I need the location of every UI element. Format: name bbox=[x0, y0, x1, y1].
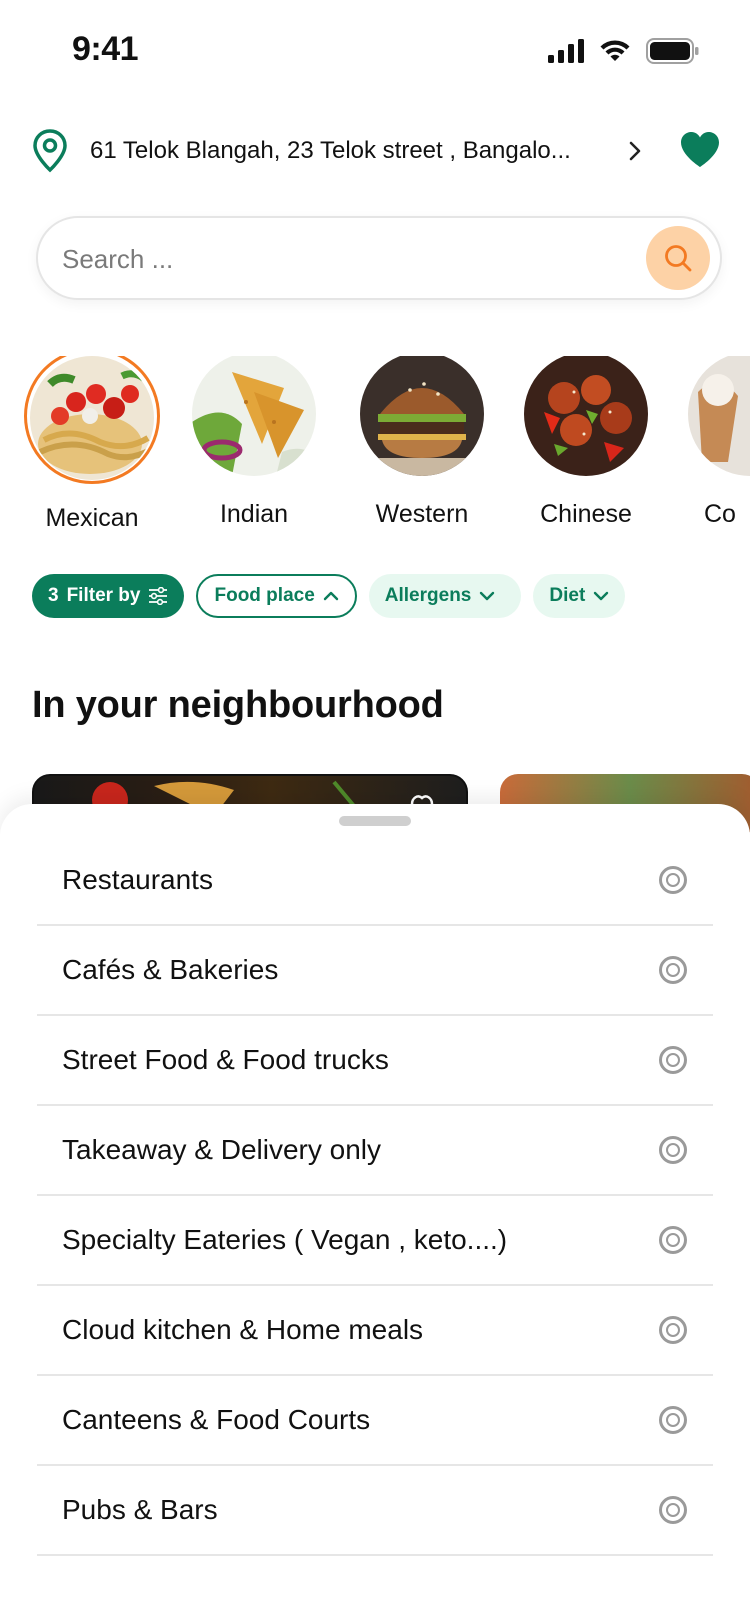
option-takeaway-delivery[interactable]: Takeaway & Delivery only bbox=[37, 1106, 713, 1196]
location-row[interactable]: 61 Telok Blangah, 23 Telok street , Bang… bbox=[32, 126, 722, 176]
cuisine-label: Chinese bbox=[540, 500, 632, 528]
cuisine-item-partial[interactable]: Co bbox=[680, 356, 750, 529]
cuisine-label: Co bbox=[704, 500, 736, 528]
search-icon bbox=[665, 245, 692, 272]
filter-by-label: Filter by bbox=[66, 585, 141, 606]
radio-button[interactable] bbox=[659, 1136, 687, 1164]
favorites-heart-icon[interactable] bbox=[678, 128, 722, 172]
filter-by-button[interactable]: 3 Filter by bbox=[32, 574, 185, 618]
cuisine-label: Western bbox=[375, 500, 469, 528]
option-cafes-bakeries[interactable]: Cafés & Bakeries bbox=[37, 926, 713, 1016]
radio-button[interactable] bbox=[659, 1226, 687, 1254]
chevron-down-icon bbox=[480, 591, 495, 601]
food-place-label: Food place bbox=[214, 585, 315, 606]
radio-button[interactable] bbox=[659, 956, 687, 984]
option-label: Takeaway & Delivery only bbox=[62, 1134, 382, 1165]
option-label: Canteens & Food Courts bbox=[62, 1404, 371, 1435]
option-canteens[interactable]: Canteens & Food Courts bbox=[37, 1376, 713, 1466]
location-pin-icon bbox=[33, 129, 67, 173]
option-restaurants[interactable]: Restaurants bbox=[37, 836, 713, 926]
radio-button[interactable] bbox=[659, 1406, 687, 1434]
food-place-chip[interactable]: Food place bbox=[196, 574, 357, 618]
diet-label: Diet bbox=[549, 585, 586, 606]
option-label: Cafés & Bakeries bbox=[62, 954, 279, 985]
chevron-down-icon bbox=[594, 591, 609, 601]
search-bar bbox=[36, 216, 722, 300]
option-label: Pubs & Bars bbox=[62, 1494, 218, 1525]
filter-count: 3 bbox=[48, 585, 59, 606]
cuisine-image-indian bbox=[192, 356, 316, 476]
option-label: Street Food & Food trucks bbox=[62, 1044, 389, 1075]
radio-button[interactable] bbox=[659, 1496, 687, 1524]
option-specialty-eateries[interactable]: Specialty Eateries ( Vegan , keto....) bbox=[37, 1196, 713, 1286]
option-pubs-bars[interactable]: Pubs & Bars bbox=[37, 1466, 713, 1556]
option-street-food[interactable]: Street Food & Food trucks bbox=[37, 1016, 713, 1106]
cuisine-item-indian[interactable]: Indian bbox=[184, 356, 324, 529]
cuisine-label: Indian bbox=[219, 500, 289, 528]
allergens-chip[interactable]: Allergens bbox=[368, 574, 522, 618]
radio-button[interactable] bbox=[659, 1046, 687, 1074]
option-label: Restaurants bbox=[62, 864, 213, 895]
search-button[interactable] bbox=[646, 226, 710, 290]
delivery-address: 61 Telok Blangah, 23 Telok street , Bang… bbox=[90, 137, 571, 164]
option-cloud-kitchen[interactable]: Cloud kitchen & Home meals bbox=[37, 1286, 713, 1376]
sliders-icon bbox=[149, 587, 168, 605]
sheet-grabber[interactable] bbox=[339, 816, 411, 826]
cuisine-label: Mexican bbox=[45, 504, 139, 532]
search-input[interactable] bbox=[62, 236, 602, 282]
battery-icon bbox=[646, 38, 699, 64]
radio-button[interactable] bbox=[659, 866, 687, 894]
radio-button[interactable] bbox=[659, 1316, 687, 1344]
option-label: Cloud kitchen & Home meals bbox=[62, 1314, 424, 1345]
food-place-sheet: Restaurants Cafés & Bakeries Street Food… bbox=[0, 804, 750, 1624]
allergens-label: Allergens bbox=[384, 585, 472, 606]
status-icons bbox=[548, 38, 700, 64]
cuisine-item-chinese[interactable]: Chinese bbox=[516, 356, 656, 529]
signal-icon bbox=[548, 39, 584, 63]
cuisine-image-western bbox=[360, 356, 484, 476]
chevron-right-icon[interactable] bbox=[624, 140, 646, 162]
cuisine-image-chinese bbox=[524, 356, 648, 476]
cuisine-carousel: Mexican Indian Western Chinese Co bbox=[0, 356, 750, 536]
diet-chip[interactable]: Diet bbox=[533, 574, 626, 618]
status-time: 9:41 bbox=[72, 30, 139, 68]
chevron-up-icon bbox=[323, 591, 338, 601]
cuisine-item-western[interactable]: Western bbox=[352, 356, 492, 529]
cuisine-image-mexican bbox=[30, 356, 154, 480]
option-label: Specialty Eateries ( Vegan , keto....) bbox=[62, 1224, 508, 1255]
filter-chips: 3 Filter by Food place Allergens Diet bbox=[32, 574, 626, 618]
cuisine-item-mexican[interactable]: Mexican bbox=[22, 356, 162, 533]
status-bar: 9:41 bbox=[0, 0, 750, 100]
wifi-icon bbox=[600, 40, 630, 61]
cuisine-image-partial bbox=[688, 356, 750, 476]
food-place-options: Restaurants Cafés & Bakeries Street Food… bbox=[37, 836, 713, 1556]
section-title: In your neighbourhood bbox=[32, 684, 444, 726]
